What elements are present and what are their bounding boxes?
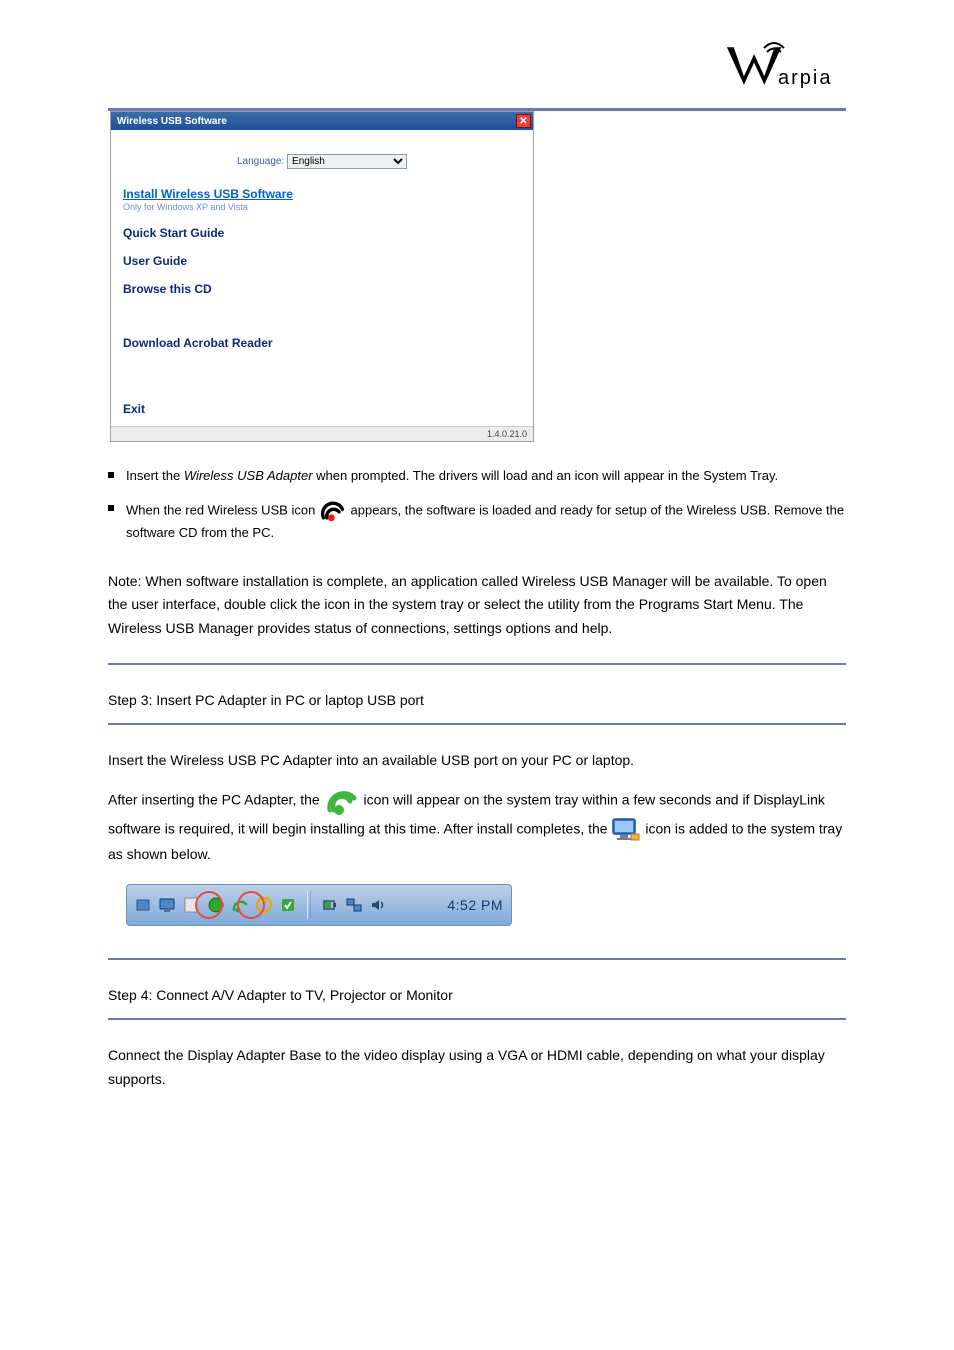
language-label: Language: bbox=[237, 156, 284, 167]
browse-cd-link[interactable]: Browse this CD bbox=[123, 282, 521, 296]
tray-volume-icon bbox=[369, 896, 387, 914]
installer-version: 1.4.0.21.0 bbox=[111, 426, 533, 441]
tray-clock: 4:52 PM bbox=[447, 897, 503, 913]
tray-icon bbox=[135, 896, 153, 914]
divider bbox=[108, 1018, 846, 1020]
note-1: Note: When software installation is comp… bbox=[108, 570, 846, 641]
brand-logo: arpia bbox=[726, 32, 841, 97]
install-subtext: Only for Windows XP and Vista bbox=[123, 202, 521, 212]
installer-title-text: Wireless USB Software bbox=[117, 116, 227, 127]
wireless-usb-icon bbox=[324, 785, 360, 817]
user-guide-link[interactable]: User Guide bbox=[123, 254, 521, 268]
tray-separator bbox=[307, 891, 311, 919]
tray-monitor-icon bbox=[159, 896, 177, 914]
tray-battery-icon bbox=[321, 896, 339, 914]
divider bbox=[108, 958, 846, 960]
highlight-circle bbox=[237, 891, 265, 919]
quick-start-link[interactable]: Quick Start Guide bbox=[123, 226, 521, 240]
bullet-2: When the red Wireless USB icon appears, … bbox=[126, 499, 846, 544]
highlight-circle bbox=[195, 891, 223, 919]
svg-text:arpia: arpia bbox=[778, 67, 832, 89]
language-select[interactable]: English bbox=[287, 154, 407, 169]
tray-network-icon bbox=[345, 896, 363, 914]
bullet-icon bbox=[108, 472, 114, 478]
monitor-icon bbox=[611, 817, 641, 843]
step-4-title: Step 4: Connect A/V Adapter to TV, Proje… bbox=[108, 984, 846, 1008]
divider bbox=[108, 723, 846, 725]
close-icon[interactable]: ✕ bbox=[516, 114, 531, 128]
installer-titlebar: Wireless USB Software ✕ bbox=[111, 112, 533, 130]
download-reader-link[interactable]: Download Acrobat Reader bbox=[123, 336, 521, 350]
taskbar-screenshot: 4:52 PM bbox=[126, 884, 512, 926]
step-4-body: Connect the Display Adapter Base to the … bbox=[108, 1044, 846, 1092]
wireless-usb-icon bbox=[319, 499, 347, 523]
step-3-body-2: After inserting the PC Adapter, the icon… bbox=[108, 785, 846, 867]
install-link[interactable]: Install Wireless USB Software bbox=[123, 187, 521, 201]
bullet-icon bbox=[108, 505, 114, 511]
tray-icon bbox=[279, 896, 297, 914]
step-3-body-1: Insert the Wireless USB PC Adapter into … bbox=[108, 749, 846, 773]
exit-link[interactable]: Exit bbox=[123, 402, 145, 416]
step-3-title: Step 3: Insert PC Adapter in PC or lapto… bbox=[108, 689, 846, 713]
installer-window: Wireless USB Software ✕ Language: Englis… bbox=[110, 111, 534, 442]
bullet-1: Insert the Wireless USB Adapter when pro… bbox=[126, 466, 778, 487]
divider bbox=[108, 663, 846, 665]
